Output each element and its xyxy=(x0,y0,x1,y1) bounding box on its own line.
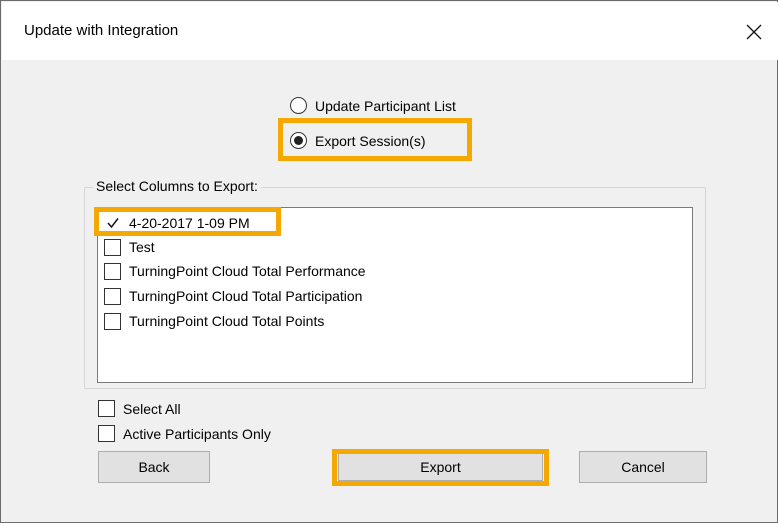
select-all-label: Select All xyxy=(123,400,181,417)
checkbox[interactable] xyxy=(104,262,121,280)
radio-label: Update Participant List xyxy=(315,97,456,114)
list-item-label: Test xyxy=(129,239,155,255)
checkbox[interactable] xyxy=(104,312,121,330)
export-button[interactable]: Export xyxy=(338,453,543,481)
list-item-label: TurningPoint Cloud Total Performance xyxy=(129,263,366,279)
close-icon xyxy=(746,24,762,40)
title-bar: Update with Integration xyxy=(2,2,778,60)
active-participants-option[interactable]: Active Participants Only xyxy=(98,425,271,442)
list-item[interactable]: Test xyxy=(104,236,155,258)
active-participants-checkbox[interactable] xyxy=(98,425,115,442)
back-button[interactable]: Back xyxy=(98,451,210,483)
list-item[interactable]: 4-20-2017 1-09 PM xyxy=(104,212,250,234)
select-all-option[interactable]: Select All xyxy=(98,400,181,417)
checkbox[interactable] xyxy=(104,238,121,256)
list-item-label: TurningPoint Cloud Total Points xyxy=(129,313,325,329)
list-item[interactable]: TurningPoint Cloud Total Points xyxy=(104,310,324,332)
cancel-button[interactable]: Cancel xyxy=(579,451,707,483)
radio-label: Export Session(s) xyxy=(315,132,426,149)
active-participants-label: Active Participants Only xyxy=(123,425,271,442)
checkbox-checked[interactable] xyxy=(104,215,121,232)
radio-export-sessions[interactable]: Export Session(s) xyxy=(290,132,425,149)
list-item[interactable]: TurningPoint Cloud Total Participation xyxy=(104,285,362,307)
radio-button-selected[interactable] xyxy=(290,132,307,149)
list-item[interactable]: TurningPoint Cloud Total Performance xyxy=(104,260,366,282)
list-item-label: TurningPoint Cloud Total Participation xyxy=(129,288,363,304)
columns-listbox[interactable]: 4-20-2017 1-09 PM Test TurningPoint Clou… xyxy=(97,207,693,383)
update-integration-dialog: Update with Integration Update Participa… xyxy=(0,0,778,523)
checkmark-icon xyxy=(106,218,119,229)
radio-update-participant-list[interactable]: Update Participant List xyxy=(290,97,456,114)
list-item-label: 4-20-2017 1-09 PM xyxy=(129,215,250,231)
close-button[interactable] xyxy=(736,14,772,50)
window-title: Update with Integration xyxy=(24,22,179,39)
select-all-checkbox[interactable] xyxy=(98,400,115,417)
columns-group-label: Select Columns to Export: xyxy=(93,178,261,194)
checkbox[interactable] xyxy=(104,287,121,305)
radio-button[interactable] xyxy=(290,97,307,114)
